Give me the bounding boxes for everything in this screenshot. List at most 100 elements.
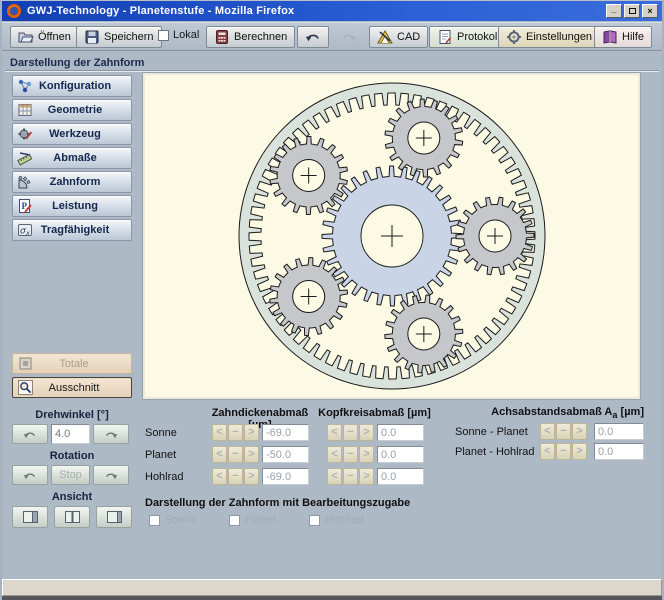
rotate-ccw-step-button[interactable] [12,424,48,444]
sidebar-item-zahnform[interactable]: Zahnform [12,171,132,193]
sidebar-item-leistung[interactable]: P Leistung [12,195,132,217]
spin-reset-icon[interactable]: − [228,468,243,485]
view-split-button[interactable] [54,506,90,528]
close-button[interactable]: × [642,4,658,18]
sidebar-label: Abmaße [33,152,131,164]
view-left-button[interactable] [12,506,48,528]
minimize-button[interactable]: _ [606,4,622,18]
view-split-icon [65,511,80,523]
spin-next-icon[interactable]: > [359,468,374,485]
spin-next-icon[interactable]: > [572,423,587,440]
page-title: Darstellung der Zahnform [10,57,144,69]
hohlrad-zahndicken-input[interactable] [262,468,309,485]
planet-zahndicken-input[interactable] [262,446,309,463]
planetary-gear-diagram [145,75,638,397]
spin-reset-icon[interactable]: − [343,446,358,463]
spin-reset-icon[interactable]: − [556,423,571,440]
checkbox-icon[interactable] [309,515,320,526]
sonne-planet-input[interactable] [594,423,644,440]
sonne-zahndicken-input[interactable] [262,424,309,441]
rotate-cw-step-button[interactable] [93,424,129,444]
save-button[interactable]: Speichern [76,26,162,48]
spin-reset-icon[interactable]: − [556,443,571,460]
spin-next-icon[interactable]: > [244,446,259,463]
spin-reset-icon[interactable]: − [228,446,243,463]
hohlrad-kopfkreis-spinner[interactable]: <−> [327,468,374,485]
checkbox-sonne[interactable]: Sonne [149,514,197,526]
protocol-button[interactable]: Protokoll [429,26,508,48]
spin-prev-icon[interactable]: < [540,443,555,460]
spin-next-icon[interactable]: > [244,468,259,485]
planet-hohlrad-spinner[interactable]: <−> [540,443,587,460]
konfiguration-icon [17,78,33,94]
spin-reset-icon[interactable]: − [343,468,358,485]
planet-center-cross-3 [301,289,317,305]
checkbox-icon[interactable] [149,515,160,526]
checkbox-label: Hohlrad [325,514,364,526]
heading-separator [5,70,659,72]
sidebar-item-konfiguration[interactable]: Konfiguration [12,75,132,97]
spin-next-icon[interactable]: > [244,424,259,441]
window-bottom-edge [2,596,662,600]
rotate-cw-run-button[interactable] [93,465,129,485]
spin-reset-icon[interactable]: − [343,424,358,441]
spin-reset-icon[interactable]: − [228,424,243,441]
hohlrad-zahndicken-spinner[interactable]: <−> [212,468,259,485]
planet-hohlrad-input[interactable] [594,443,644,460]
ausschnitt-button[interactable]: Ausschnitt [12,377,132,398]
spin-prev-icon[interactable]: < [212,446,227,463]
local-checkbox-group[interactable]: Lokal [158,29,199,41]
planet-zahndicken-spinner[interactable]: <−> [212,446,259,463]
help-button[interactable]: Hilfe [594,26,652,48]
spin-prev-icon[interactable]: < [212,468,227,485]
totale-button[interactable]: Totale [12,353,132,374]
spin-next-icon[interactable]: > [572,443,587,460]
hohlrad-kopfkreis-input[interactable] [377,468,424,485]
totale-icon [18,356,33,371]
calculate-button[interactable]: Berechnen [206,26,295,48]
checkbox-planet[interactable]: Planet [229,514,276,526]
spin-next-icon[interactable]: > [359,446,374,463]
cad-button[interactable]: CAD [369,26,428,48]
col-header-kopfkreis: Kopfkreisabmaß [µm] [317,407,432,419]
planet-kopfkreis-spinner[interactable]: <−> [327,446,374,463]
sonne-planet-spinner[interactable]: <−> [540,423,587,440]
gear-diagram-canvas[interactable] [143,73,640,399]
spin-prev-icon[interactable]: < [327,424,342,441]
maximize-button[interactable] [624,4,640,18]
sidebar-item-abmasse[interactable]: Abmaße [12,147,132,169]
sidebar-item-werkzeug[interactable]: Werkzeug [12,123,132,145]
settings-button[interactable]: Einstellungen [498,26,600,48]
svg-text:x: x [25,229,30,237]
cad-label: CAD [397,31,420,43]
sonne-kopfkreis-spinner[interactable]: <−> [327,424,374,441]
view-right-button[interactable] [96,506,132,528]
planet-center-cross-5 [416,130,432,146]
sidebar-item-geometrie[interactable]: Geometrie [12,99,132,121]
spin-prev-icon[interactable]: < [212,424,227,441]
redo-button[interactable] [333,26,365,48]
sonne-kopfkreis-input[interactable] [377,424,424,441]
spin-prev-icon[interactable]: < [327,446,342,463]
local-checkbox[interactable] [158,30,169,41]
spin-next-icon[interactable]: > [359,424,374,441]
sun-center-cross [381,225,403,247]
sidebar-item-tragfaehigkeit[interactable]: σ x Tragfähigkeit [12,219,132,241]
maximize-icon [629,8,636,14]
protocol-label: Protokoll [457,31,500,43]
checkbox-hohlrad[interactable]: Hohlrad [309,514,364,526]
sonne-zahndicken-spinner[interactable]: <−> [212,424,259,441]
abmasse-icon [17,150,33,166]
undo-button[interactable] [297,26,329,48]
calculator-icon [214,29,230,45]
save-label: Speichern [104,31,154,43]
stop-button[interactable]: Stop [51,465,90,485]
drehwinkel-input[interactable] [51,424,90,444]
spin-prev-icon[interactable]: < [327,468,342,485]
rotate-ccw-run-button[interactable] [12,465,48,485]
open-button[interactable]: Öffnen [10,26,79,48]
planet-kopfkreis-input[interactable] [377,446,424,463]
spin-prev-icon[interactable]: < [540,423,555,440]
checkbox-icon[interactable] [229,515,240,526]
tragfaehigkeit-icon: σ x [17,222,33,238]
